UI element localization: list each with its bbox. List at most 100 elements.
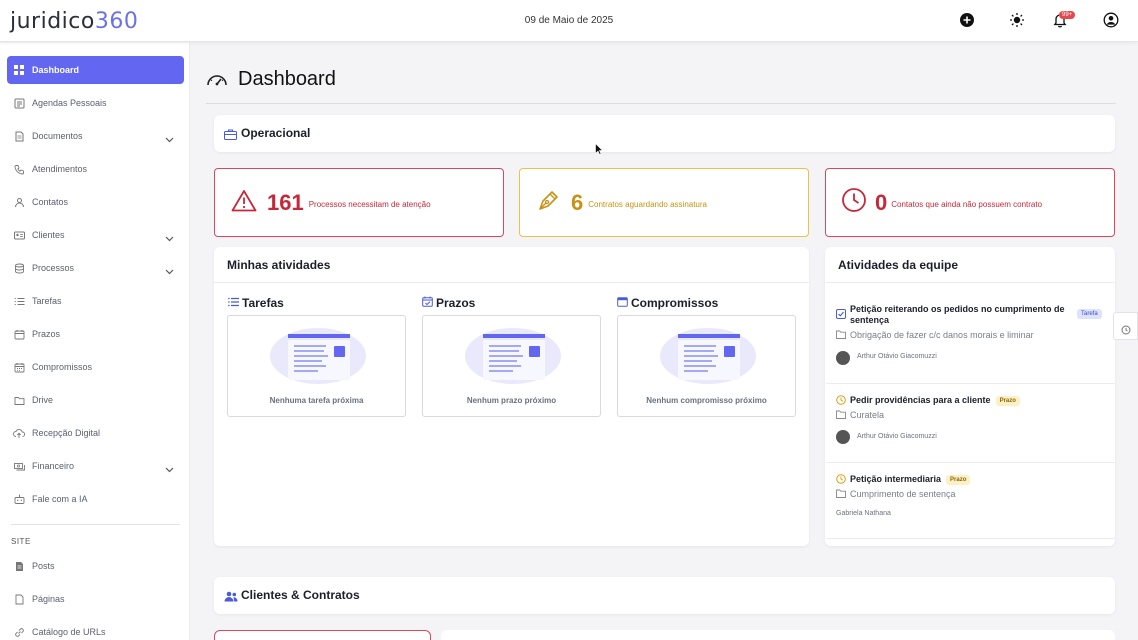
stat-label: Contatos que ainda não possuem contrato <box>891 199 1043 209</box>
chevron-down-icon[interactable] <box>165 263 174 281</box>
activity-subtitle: Curatela <box>850 410 885 420</box>
sidebar-item-fale-ia[interactable]: Fale com a IA <box>7 485 184 513</box>
file-text-icon <box>13 560 25 572</box>
stat-card-processos[interactable]: 161 Processos necessitam de atenção <box>214 168 504 237</box>
file-icon <box>13 593 25 605</box>
stat-value: 6 <box>571 189 584 215</box>
clock-icon <box>836 395 846 407</box>
sidebar-item-catalogo-urls[interactable]: Catálogo de URLs <box>7 618 184 640</box>
sidebar-item-tarefas[interactable]: Tarefas <box>7 287 184 315</box>
speedometer-icon <box>206 70 228 93</box>
sidebar-item-paginas[interactable]: Páginas <box>7 585 184 613</box>
activity-tag: Tarefa <box>1077 309 1102 319</box>
folder-icon <box>13 394 25 406</box>
clock-icon <box>841 187 867 218</box>
sidebar-item-prazos[interactable]: Prazos <box>7 320 184 348</box>
prazos-heading: Prazos <box>422 296 475 310</box>
compromissos-heading: Compromissos <box>617 296 718 310</box>
activity-tag: Prazo <box>995 395 1020 406</box>
stat-card-contatos[interactable]: 0 Contatos que ainda não possuem contrat… <box>825 168 1115 237</box>
activity-person: Arthur Otávio Giacomuzzi <box>857 433 937 440</box>
sidebar-item-financeiro[interactable]: Financeiro <box>7 452 184 480</box>
site-section-label: SITE <box>11 537 31 546</box>
operacional-title: Operacional <box>241 126 311 140</box>
empty-message: Nenhum compromisso próximo <box>646 396 767 405</box>
account-icon[interactable] <box>1103 12 1119 28</box>
mouse-cursor-icon <box>595 142 604 160</box>
notification-badge: 99+ <box>1059 11 1076 19</box>
history-icon <box>1121 322 1131 340</box>
dashboard-icon <box>13 64 25 76</box>
users-icon <box>224 589 238 607</box>
card-divider <box>825 282 1115 283</box>
sidebar-item-clientes[interactable]: Clientes <box>7 221 184 249</box>
sidebar-item-compromissos[interactable]: Compromissos <box>7 353 184 381</box>
stat-value: 0 <box>875 189 888 215</box>
money-icon <box>13 460 25 472</box>
agenda-icon <box>13 97 25 109</box>
folder-icon <box>836 410 846 421</box>
sidebar-item-documentos[interactable]: Documentos <box>7 122 184 150</box>
sidebar-item-atendimentos[interactable]: Atendimentos <box>7 155 184 183</box>
team-activity-item[interactable]: Petição reiterando os pedidos no cumprim… <box>826 296 1115 384</box>
user-icon <box>13 196 25 208</box>
pen-nib-icon <box>537 188 561 217</box>
sidebar-item-dashboard[interactable]: Dashboard <box>7 56 184 84</box>
top-bar: juridico360 09 de Maio de 2025 99+ <box>0 0 1138 42</box>
empty-message: Nenhuma tarefa próxima <box>269 396 364 405</box>
document-icon <box>13 130 25 142</box>
theme-sun-icon[interactable] <box>1009 12 1025 28</box>
sidebar-divider <box>11 524 180 525</box>
prazos-empty-box: Nenhum prazo próximo <box>422 315 601 417</box>
chevron-down-icon[interactable] <box>165 230 174 248</box>
activity-title: Petição reiterando os pedidos no cumprim… <box>850 304 1065 325</box>
clock-icon <box>836 474 846 486</box>
add-icon[interactable] <box>959 12 975 28</box>
activity-subtitle: Cumprimento de sentença <box>850 489 956 499</box>
stat-card-contratos[interactable]: 6 Contratos aguardando assinatura <box>519 168 809 237</box>
stat-label: Processos necessitam de atenção <box>308 199 431 209</box>
operacional-card: Operacional <box>214 115 1115 152</box>
robot-icon <box>13 493 25 505</box>
stat-value: 161 <box>267 189 304 215</box>
avatar <box>836 351 850 365</box>
calendar-icon <box>13 361 25 373</box>
minhas-atividades-title: Minhas atividades <box>227 258 331 272</box>
empty-document-illustration <box>268 326 368 391</box>
tarefas-empty-box: Nenhuma tarefa próxima <box>227 315 406 417</box>
folder-icon <box>836 330 846 341</box>
sidebar-item-contatos[interactable]: Contatos <box>7 188 184 216</box>
stat-label: Contratos aguardando assinatura <box>588 199 707 209</box>
checkbox-icon <box>836 309 846 321</box>
sidebar-item-recepcao[interactable]: Recepção Digital <box>7 419 184 447</box>
title-divider <box>206 103 1116 104</box>
list-icon <box>13 295 25 307</box>
clientes-stat-card[interactable] <box>214 630 431 640</box>
empty-document-illustration <box>463 326 563 391</box>
compromissos-empty-box: Nenhum compromisso próximo <box>617 315 796 417</box>
phone-icon <box>13 163 25 175</box>
clientes-contratos-title: Clientes & Contratos <box>241 588 360 602</box>
sidebar-item-agendas[interactable]: Agendas Pessoais <box>7 89 184 117</box>
database-icon <box>13 262 25 274</box>
team-activity-item[interactable]: Pedir providências para a cliente Prazo C… <box>826 384 1115 463</box>
activity-tag: Prazo <box>946 474 971 485</box>
activity-title: Pedir providências para a cliente Prazo <box>850 395 1020 406</box>
sidebar-item-posts[interactable]: Posts <box>7 552 184 580</box>
clientes-contratos-card: Clientes & Contratos <box>214 577 1115 614</box>
card-divider <box>214 282 809 283</box>
empty-document-illustration <box>658 326 758 391</box>
link-icon <box>13 626 25 638</box>
sidebar-item-drive[interactable]: Drive <box>7 386 184 414</box>
contratos-panel <box>441 630 1115 640</box>
activity-subtitle: Obrigação de fazer c/c danos morais e li… <box>850 330 1034 340</box>
empty-message: Nenhum prazo próximo <box>466 396 557 405</box>
sidebar-item-processos[interactable]: Processos <box>7 254 184 282</box>
side-floating-tab[interactable] <box>1113 312 1138 340</box>
chevron-down-icon[interactable] <box>165 461 174 479</box>
team-activity-item[interactable]: Petição intermediaria Prazo Cumprimento d… <box>826 463 1115 539</box>
chevron-down-icon[interactable] <box>165 131 174 149</box>
list-icon <box>228 296 239 310</box>
atividades-equipe-title: Atividades da equipe <box>838 258 959 272</box>
briefcase-icon <box>224 127 237 145</box>
